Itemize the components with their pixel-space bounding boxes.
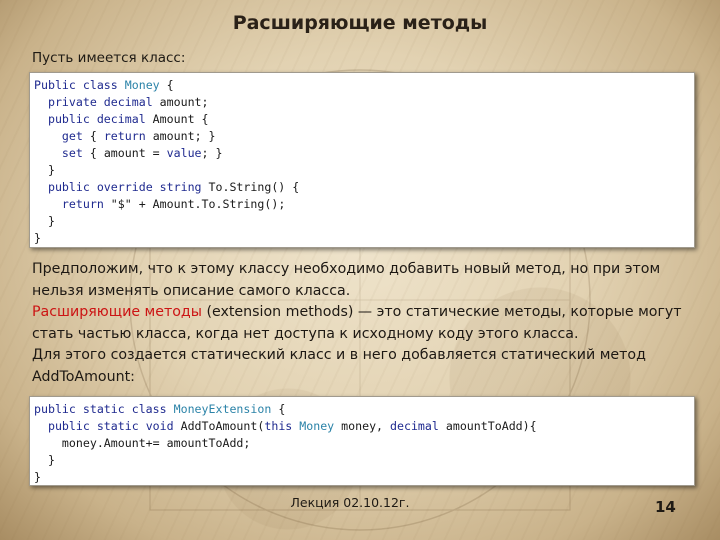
code-line: } bbox=[34, 213, 694, 230]
code-token: money.Amount+= amountToAdd; bbox=[34, 436, 251, 450]
code-token: Public class bbox=[34, 78, 125, 92]
code-token: } bbox=[34, 470, 41, 484]
paragraph-3: Для этого создается статический класс и … bbox=[32, 347, 646, 385]
code-token: return bbox=[61, 197, 104, 211]
code-token: } bbox=[34, 214, 55, 228]
code-token: Money bbox=[299, 419, 335, 433]
code-token: { amount = bbox=[82, 146, 167, 160]
code-token: public static class bbox=[34, 402, 174, 416]
code-token: set bbox=[61, 146, 83, 160]
code-token: ; } bbox=[201, 146, 223, 160]
code-token: Money bbox=[124, 78, 160, 92]
code-line: private decimal amount; bbox=[34, 94, 694, 111]
code-token: public decimal bbox=[47, 112, 146, 126]
code-line: } bbox=[34, 469, 694, 486]
code-line: get { return amount; } bbox=[34, 128, 694, 145]
code-token: } bbox=[34, 163, 55, 177]
code-token: { bbox=[159, 78, 174, 92]
code-line: } bbox=[34, 230, 694, 247]
code-token: { bbox=[271, 402, 286, 416]
paragraph-2: Расширяющие методы (extension methods) —… bbox=[32, 302, 692, 345]
footer-lecture-date: Лекция 02.10.12г. bbox=[290, 495, 410, 510]
code-token: } bbox=[34, 453, 55, 467]
code-token: money, bbox=[334, 419, 391, 433]
code-token: return bbox=[103, 129, 146, 143]
code-line: } bbox=[34, 162, 694, 179]
code-line: return "$" + Amount.To.String(); bbox=[34, 196, 694, 213]
code-token: amountToAdd){ bbox=[438, 419, 537, 433]
code-block-money-class: Public class Money { private decimal amo… bbox=[29, 72, 695, 248]
code-token: "$" + Amount.To.String(); bbox=[103, 197, 286, 211]
code-token: AddToAmount( bbox=[173, 419, 265, 433]
page-number: 14 bbox=[655, 498, 676, 516]
code-token: To.String() { bbox=[201, 180, 300, 194]
slide-title: Расширяющие методы bbox=[232, 12, 488, 34]
code-token: public override string bbox=[47, 180, 202, 194]
code-line: public static class MoneyExtension { bbox=[34, 401, 694, 418]
code-token: value bbox=[166, 146, 202, 160]
code-token: amount; bbox=[152, 95, 209, 109]
highlight-term: Расширяющие методы bbox=[32, 304, 202, 321]
code-line: set { amount = value; } bbox=[34, 145, 694, 162]
code-token: private decimal bbox=[47, 95, 153, 109]
code-token: MoneyExtension bbox=[173, 402, 272, 416]
code-line: } bbox=[34, 452, 694, 469]
code-token: decimal bbox=[390, 419, 439, 433]
code-token: public static void bbox=[47, 419, 174, 433]
body-paragraph: Предположим, что к этому классу необходи… bbox=[32, 259, 692, 389]
code-token: { bbox=[82, 129, 104, 143]
code-block-money-extension: public static class MoneyExtension { pub… bbox=[29, 396, 695, 486]
code-line: public override string To.String() { bbox=[34, 179, 694, 196]
code-line: public static void AddToAmount(this Mone… bbox=[34, 418, 694, 435]
code-line: public decimal Amount { bbox=[34, 111, 694, 128]
code-line: money.Amount+= amountToAdd; bbox=[34, 435, 694, 452]
code-token: amount; } bbox=[145, 129, 216, 143]
code-token: this bbox=[264, 419, 293, 433]
paragraph-1: Предположим, что к этому классу необходи… bbox=[32, 261, 661, 299]
code-token: } bbox=[34, 231, 41, 245]
code-line: Public class Money { bbox=[34, 77, 694, 94]
code-token: Amount { bbox=[145, 112, 209, 126]
intro-text: Пусть имеется класс: bbox=[32, 50, 186, 66]
code-token: get bbox=[61, 129, 83, 143]
